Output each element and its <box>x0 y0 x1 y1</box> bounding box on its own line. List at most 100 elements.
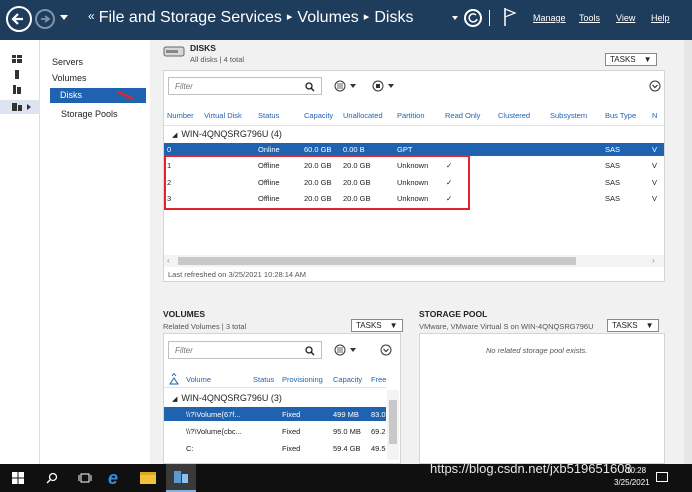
col-subsystem[interactable]: Subsystem <box>550 111 587 120</box>
col-number[interactable]: Number <box>167 111 194 120</box>
menu-help[interactable]: Help <box>651 13 670 23</box>
start-icon[interactable] <box>12 472 24 484</box>
table-row[interactable]: \\?\Volume{cbc... Fixed 95.0 MB 69.2 <box>164 424 386 438</box>
menu-tools[interactable]: Tools <box>579 13 600 23</box>
cell-capacity: 499 MB <box>333 410 359 419</box>
cell-n: V <box>652 161 658 170</box>
disks-refreshed-text: Last refreshed on 3/25/2021 10:28:14 AM <box>168 270 307 279</box>
nav-item-disks[interactable]: Disks <box>50 88 146 103</box>
search-icon[interactable] <box>305 82 315 92</box>
ie-icon[interactable]: e <box>108 468 118 489</box>
volumes-tasks-button[interactable]: TASKS ▼ <box>351 319 403 332</box>
cell-capacity: 95.0 MB <box>333 427 361 436</box>
nav-item-volumes[interactable]: Volumes <box>52 73 87 83</box>
task-view-icon[interactable] <box>78 472 92 484</box>
breadcrumb-item-file-storage[interactable]: File and Storage Services <box>99 9 282 26</box>
highlight-box <box>164 155 470 210</box>
cell-provisioning: Fixed <box>282 427 301 436</box>
cell-bus-type: SAS <box>605 194 621 203</box>
storage-pool-tasks-button[interactable]: TASKS ▼ <box>607 319 659 332</box>
all-servers-icon[interactable] <box>13 85 21 94</box>
nav-item-file-storage[interactable] <box>0 100 40 114</box>
back-arrow-icon[interactable] <box>6 6 32 32</box>
volumes-group-label: WIN-4QNQSRG796U (3) <box>181 393 282 403</box>
volumes-table-header: Volume Status Provisioning Capacity Free <box>164 370 386 388</box>
col-bus-type[interactable]: Bus Type <box>605 111 636 120</box>
volumes-group-row[interactable]: ◢ WIN-4QNQSRG796U (3) <box>172 393 282 403</box>
col-capacity[interactable]: Capacity <box>333 375 362 384</box>
breadcrumb-item-disks[interactable]: Disks <box>374 9 413 26</box>
search-icon[interactable] <box>46 472 58 484</box>
cell-free: 69.2 <box>371 427 386 436</box>
dashboard-icon[interactable] <box>12 55 22 63</box>
col-provisioning[interactable]: Provisioning <box>282 375 323 384</box>
breadcrumb-chevron[interactable]: « <box>88 9 95 23</box>
collapse-icon[interactable]: ◢ <box>172 132 177 139</box>
col-virtual-disk[interactable]: Virtual Disk <box>204 111 242 120</box>
col-capacity[interactable]: Capacity <box>304 111 333 120</box>
col-status[interactable]: Status <box>253 375 274 384</box>
page-scrollbar[interactable] <box>684 40 692 464</box>
flag-icon[interactable] <box>503 6 517 28</box>
sub-nav <box>40 40 150 464</box>
annotation-arrow <box>116 91 135 101</box>
disks-group-row[interactable]: ◢ WIN-4QNQSRG796U (4) <box>172 129 282 139</box>
disks-expand-icon[interactable] <box>649 80 661 92</box>
search-icon[interactable] <box>305 346 315 356</box>
chevron-down-icon: ▼ <box>645 321 654 330</box>
table-row[interactable]: C: Fixed 59.4 GB 49.5 <box>164 441 386 455</box>
explorer-icon[interactable] <box>140 472 156 484</box>
watermark: https://blog.csdn.net/jxb519651608 <box>430 461 632 476</box>
disks-group-label: WIN-4QNQSRG796U (4) <box>181 129 282 139</box>
volumes-subtitle: Related Volumes | 3 total <box>163 322 247 331</box>
volumes-scrollbar[interactable] <box>387 390 399 460</box>
col-read-only[interactable]: Read Only <box>445 111 480 120</box>
history-dropdown-icon[interactable] <box>60 15 68 20</box>
table-row[interactable]: \\?\Volume{67f... Fixed 499 MB 83.0 <box>164 407 386 421</box>
chevron-down-icon: ▼ <box>389 321 398 330</box>
cell-volume: \\?\Volume{cbc... <box>186 427 242 436</box>
breadcrumb-item-volumes[interactable]: Volumes <box>297 9 358 26</box>
disks-title: DISKS <box>190 43 216 53</box>
forward-arrow-icon[interactable] <box>35 9 55 29</box>
col-partition[interactable]: Partition <box>397 111 425 120</box>
collapse-icon[interactable]: ◢ <box>172 396 177 403</box>
storage-pool-title: STORAGE POOL <box>419 309 488 319</box>
server-manager-icon[interactable] <box>166 464 196 492</box>
col-volume[interactable]: Volume <box>186 375 211 384</box>
breadcrumb-dropdown-icon[interactable] <box>452 16 458 20</box>
notification-icon[interactable] <box>656 472 668 482</box>
scrollbar-thumb[interactable] <box>178 257 576 265</box>
disks-save-query-icon[interactable] <box>372 80 402 92</box>
nav-item-servers[interactable]: Servers <box>52 57 83 67</box>
menu-manage[interactable]: Manage <box>533 13 566 23</box>
volumes-filter-input[interactable]: Filter <box>168 341 322 359</box>
volumes-view-options-icon[interactable] <box>334 344 364 356</box>
col-status[interactable]: Status <box>258 111 279 120</box>
storage-pool-empty-message: No related storage pool exists. <box>486 346 588 355</box>
disks-scrollbar[interactable]: ‹ › <box>164 255 664 267</box>
col-clustered[interactable]: Clustered <box>498 111 530 120</box>
scrollbar-thumb[interactable] <box>389 400 397 444</box>
clock-date[interactable]: 3/25/2021 <box>614 478 650 487</box>
menu-view[interactable]: View <box>616 13 635 23</box>
title-bar: « File and Storage Services ▸ Volumes ▸ Disks… <box>0 0 692 40</box>
breadcrumb: « File and Storage Services ▸ Volumes ▸ Disks <box>88 9 413 27</box>
disks-tasks-button[interactable]: TASKS ▼ <box>605 53 657 66</box>
refresh-icon[interactable] <box>464 9 482 27</box>
col-unallocated[interactable]: Unallocated <box>343 111 383 120</box>
cell-number: 0 <box>167 145 172 154</box>
nav-item-storage-pools[interactable]: Storage Pools <box>61 109 118 119</box>
volumes-expand-icon[interactable] <box>380 344 392 356</box>
col-n[interactable]: N <box>652 111 657 120</box>
scroll-right-icon[interactable]: › <box>652 256 655 265</box>
chevron-down-icon: ▼ <box>643 55 652 64</box>
disks-filter-input[interactable]: Filter <box>168 77 322 95</box>
cell-bus-type: SAS <box>605 145 621 154</box>
col-free[interactable]: Free <box>371 375 386 384</box>
scroll-left-icon[interactable]: ‹ <box>167 256 170 265</box>
breadcrumb-separator: ▸ <box>363 11 370 23</box>
local-server-icon[interactable] <box>15 70 19 79</box>
disks-view-options-icon[interactable] <box>334 80 364 92</box>
cell-bus-type: SAS <box>605 161 621 170</box>
